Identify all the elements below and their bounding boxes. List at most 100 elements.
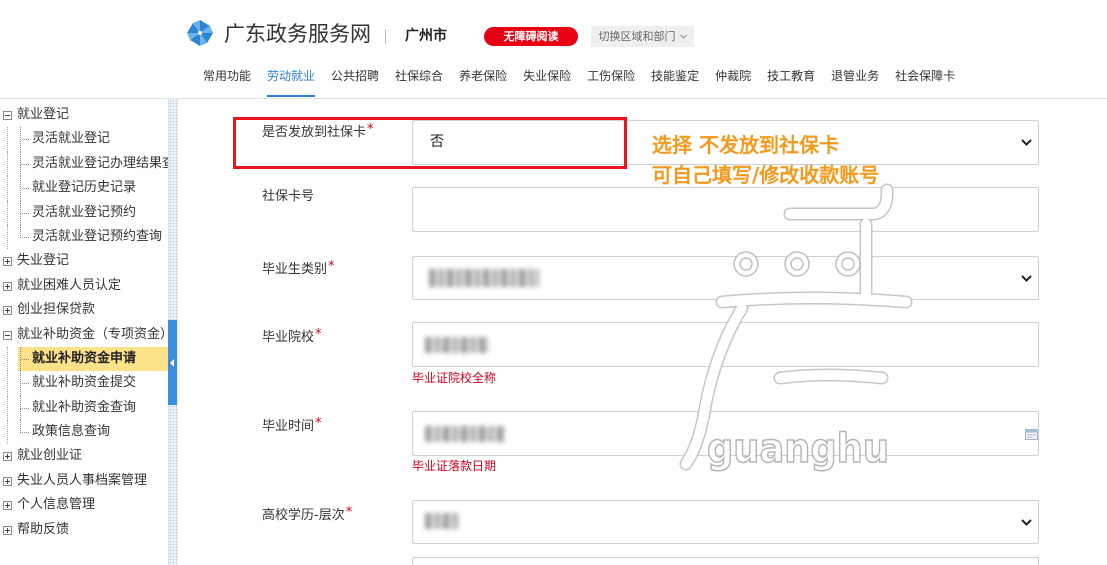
tree-group-label: 个人信息管理 <box>17 497 96 513</box>
graduate-school-input[interactable] <box>412 322 1039 367</box>
redacted-value <box>425 513 459 529</box>
required-asterisk: * <box>315 327 322 342</box>
tree-item-subsidy-submission[interactable]: 就业补助资金提交 <box>0 371 168 396</box>
accessibility-reading-button[interactable]: 无障碍阅读 <box>484 27 578 46</box>
field-label-graduation-date: 毕业时间* <box>262 416 322 435</box>
tree-group-personal-info-management[interactable]: 个人信息管理 <box>0 493 168 517</box>
main-nav: 常用功能 劳动就业 公共招聘 社保综合 养老保险 失业保险 工伤保险 技能鉴定 … <box>203 68 955 97</box>
field-label-graduate-school: 毕业院校* <box>262 327 322 346</box>
nav-tab-common-functions[interactable]: 常用功能 <box>203 68 251 97</box>
tree-group-label: 帮助反馈 <box>17 521 70 537</box>
nav-tab-retiree-management[interactable]: 退管业务 <box>831 68 879 97</box>
tree-group-label: 就业补助资金（专项资金） <box>17 326 168 342</box>
tree-item-flexible-registration-appointment[interactable]: 灵活就业登记预约 <box>0 200 168 225</box>
tree-group-employment-startup-certificate[interactable]: 就业创业证 <box>0 444 168 468</box>
field-label-social-card-number: 社保卡号 <box>262 189 314 205</box>
sidebar-collapse-toggle[interactable] <box>168 320 177 405</box>
field-label-graduate-category: 毕业生类别* <box>262 259 335 278</box>
tree-item-label: 灵活就业登记办理结果查 <box>32 155 168 171</box>
nav-tab-labor-employment[interactable]: 劳动就业 <box>267 68 316 97</box>
tree-connector <box>20 371 29 396</box>
plus-box-icon[interactable] <box>3 501 12 511</box>
plus-box-icon[interactable] <box>3 452 12 462</box>
label-text: 社保卡号 <box>262 189 315 204</box>
tree-group-unemployment-registration[interactable]: 失业登记 <box>0 249 168 273</box>
nav-tab-technical-education[interactable]: 技工教育 <box>767 68 815 97</box>
tree-item-flexible-registration-result-query[interactable]: 灵活就业登记办理结果查 <box>0 151 168 177</box>
tree-group-employment-subsidy-fund[interactable]: 就业补助资金（专项资金） <box>0 323 168 347</box>
tree-guide-line <box>7 224 8 250</box>
tree-guide-line <box>7 420 8 445</box>
tree-guide-line <box>7 200 8 225</box>
tree-connector <box>20 224 29 238</box>
tree-connector <box>20 420 29 434</box>
tree-group-label: 就业登记 <box>17 107 70 122</box>
site-title[interactable]: 广东政务服务网 <box>224 20 371 48</box>
chevron-down-icon <box>1021 519 1032 526</box>
next-field-control[interactable] <box>412 557 1039 565</box>
plus-box-icon[interactable] <box>3 281 12 291</box>
switch-region-department-button[interactable]: 切换区域和部门 <box>591 26 694 47</box>
graduate-category-select[interactable] <box>412 256 1039 300</box>
tree-group-hardship-certification[interactable]: 就业困难人员认定 <box>0 274 168 298</box>
nav-tab-social-security-card[interactable]: 社会保障卡 <box>895 68 955 97</box>
tree-group-label: 失业人员人事档案管理 <box>17 472 148 488</box>
annotation-text-line-1: 选择 不发放到社保卡 <box>652 133 839 157</box>
nav-tab-arbitration[interactable]: 仲裁院 <box>715 68 751 97</box>
label-text: 毕业时间 <box>262 419 315 434</box>
region-switch-label: 切换区域和部门 <box>598 30 676 43</box>
tree-item-flexible-appointment-query[interactable]: 灵活就业登记预约查询 <box>0 224 168 250</box>
graduation-date-input[interactable] <box>412 411 1039 456</box>
field-label-education-level: 高校学历-层次* <box>262 505 353 524</box>
tree-group-help-feedback[interactable]: 帮助反馈 <box>0 518 168 542</box>
plus-box-icon[interactable] <box>3 525 12 535</box>
tree-group-label: 失业登记 <box>17 253 70 269</box>
minus-box-icon[interactable] <box>3 330 12 340</box>
tree-item-label: 灵活就业登记 <box>32 131 111 147</box>
tree-item-subsidy-query[interactable]: 就业补助资金查询 <box>0 395 168 421</box>
pinwheel-logo-icon[interactable] <box>185 18 215 48</box>
tree-connector <box>20 151 29 177</box>
tree-guide-line <box>7 346 8 372</box>
label-text: 高校学历-层次 <box>262 508 345 523</box>
tree-item-policy-info-query[interactable]: 政策信息查询 <box>0 420 168 445</box>
tree-connector <box>20 176 29 201</box>
tree-item-registration-history[interactable]: 就业登记历史记录 <box>0 176 168 201</box>
tree-guide-line <box>7 176 8 201</box>
current-city: 广州市 <box>405 28 447 44</box>
tree-item-flexible-employment-registration[interactable]: 灵活就业登记 <box>0 127 168 152</box>
tree-item-label: 就业补助资金查询 <box>32 399 137 415</box>
tree-item-label: 就业登记历史记录 <box>32 180 137 196</box>
chevron-down-icon <box>1021 139 1032 146</box>
calendar-icon[interactable] <box>1025 428 1038 440</box>
social-card-number-input[interactable] <box>412 187 1039 232</box>
nav-tab-pension-insurance[interactable]: 养老保险 <box>459 68 507 97</box>
title-divider <box>385 29 386 44</box>
plus-box-icon[interactable] <box>3 476 12 486</box>
tree-connector <box>20 395 29 421</box>
nav-tab-skill-appraisal[interactable]: 技能鉴定 <box>651 68 699 97</box>
plus-box-icon[interactable] <box>3 306 12 316</box>
tree-group-unemployed-archive-management[interactable]: 失业人员人事档案管理 <box>0 469 168 493</box>
tree-group-startup-guarantee-loan[interactable]: 创业担保贷款 <box>0 298 168 322</box>
required-asterisk: * <box>345 505 353 520</box>
triangle-left-icon <box>170 359 174 367</box>
tree-item-label: 灵活就业登记预约查询 <box>32 228 163 244</box>
plus-box-icon[interactable] <box>3 257 12 267</box>
redacted-value <box>429 269 539 287</box>
nav-tab-social-insurance[interactable]: 社保综合 <box>395 68 443 97</box>
tree-item-label: 就业补助资金申请 <box>32 350 137 366</box>
nav-tab-public-recruitment[interactable]: 公共招聘 <box>331 68 379 97</box>
tree-group-employment-registration[interactable]: 就业登记 <box>0 103 168 127</box>
tree-item-subsidy-application[interactable]: 就业补助资金申请 <box>0 346 168 372</box>
tree-connector <box>20 346 29 372</box>
nav-tab-unemployment-insurance[interactable]: 失业保险 <box>523 68 571 97</box>
minus-box-icon[interactable] <box>3 111 12 120</box>
nav-tab-work-injury-insurance[interactable]: 工伤保险 <box>587 68 635 97</box>
education-level-select[interactable] <box>412 500 1039 544</box>
tree-guide-line <box>7 127 8 152</box>
redacted-value <box>425 426 505 442</box>
tree-item-label: 灵活就业登记预约 <box>32 204 137 220</box>
redacted-value <box>425 337 489 353</box>
tree-guide-line <box>7 371 8 396</box>
